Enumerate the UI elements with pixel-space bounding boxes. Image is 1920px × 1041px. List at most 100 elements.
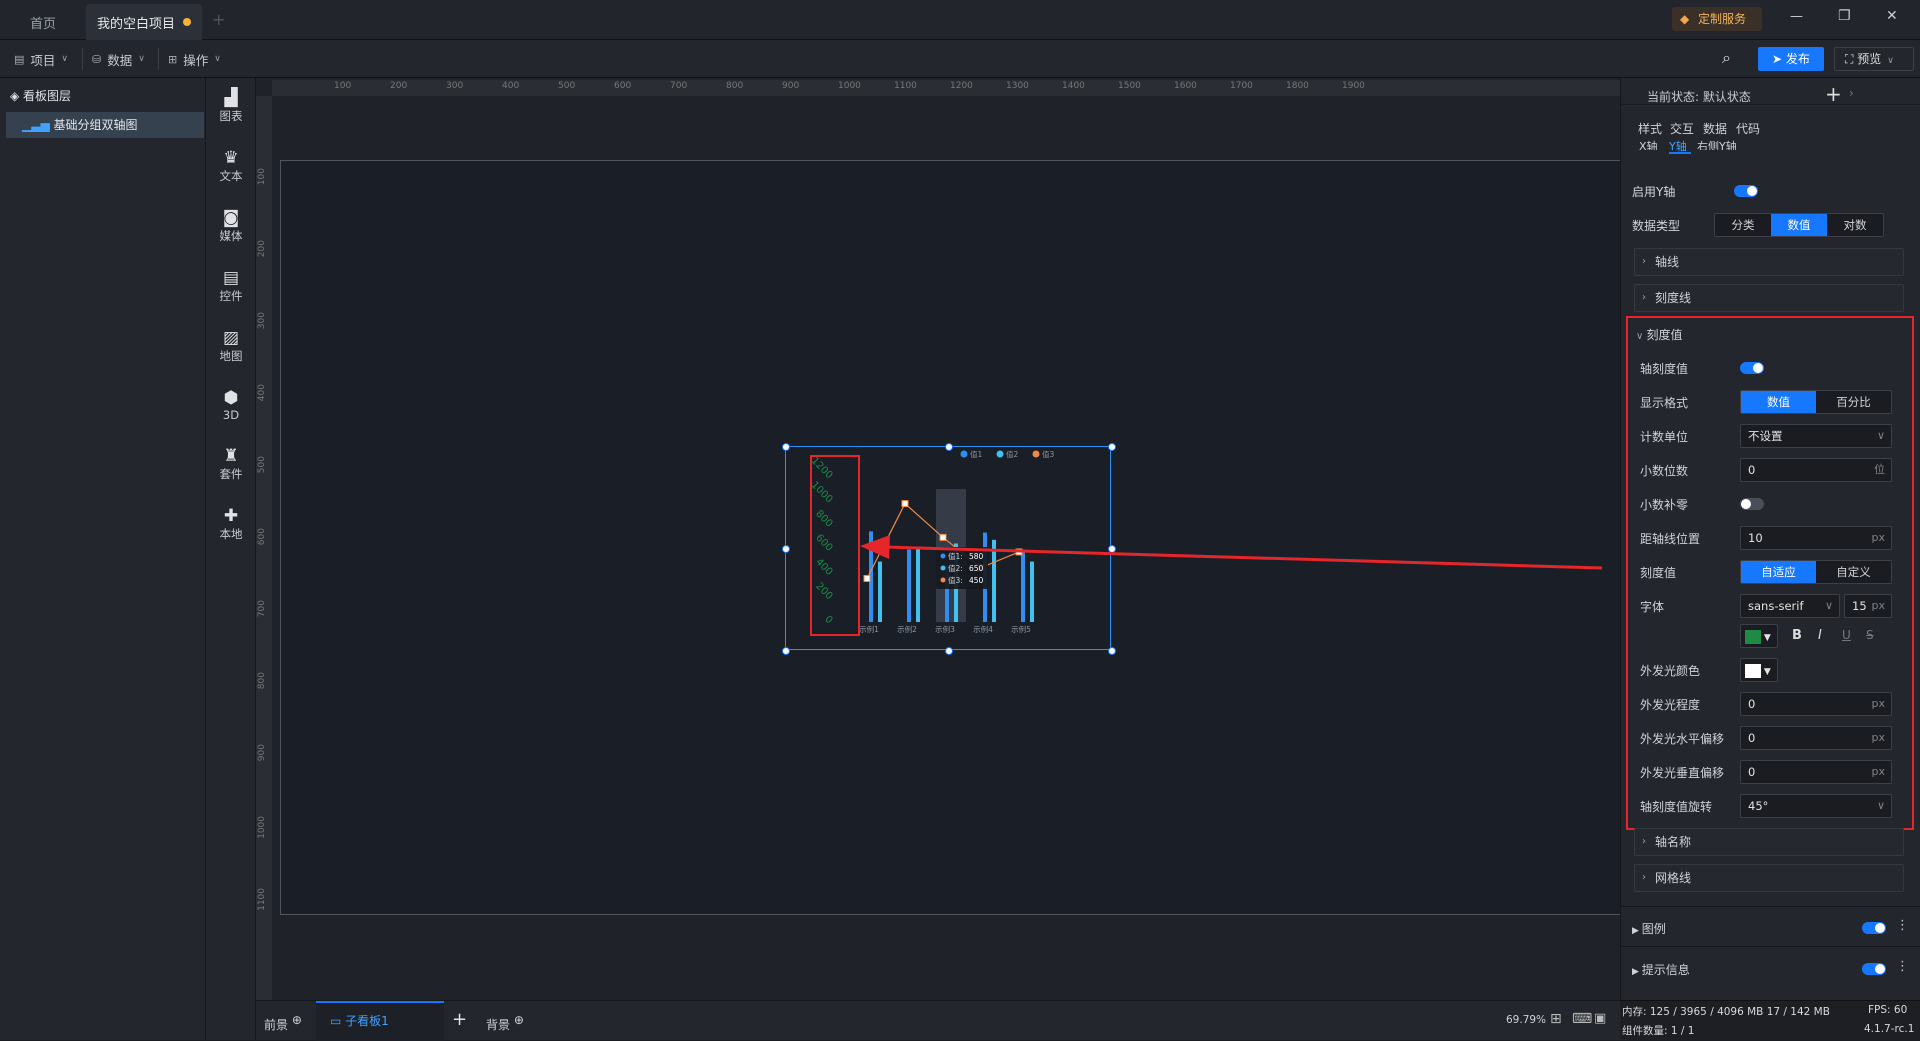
enable-y-toggle[interactable] bbox=[1734, 185, 1758, 197]
subtab-right-y-axis[interactable]: 右侧Y轴 bbox=[1697, 138, 1737, 150]
axis-tick-value-toggle[interactable] bbox=[1740, 362, 1764, 374]
glow-h-input[interactable]: 0 px bbox=[1740, 726, 1892, 750]
decimal-pad-toggle[interactable] bbox=[1740, 498, 1764, 510]
terminal-icon[interactable]: ▣ bbox=[1594, 1011, 1606, 1026]
display-format-percent[interactable]: 百分比 bbox=[1816, 391, 1891, 413]
data-type-log[interactable]: 对数 bbox=[1827, 214, 1883, 236]
restore-icon[interactable]: ❐ bbox=[1838, 8, 1851, 24]
close-icon[interactable]: ✕ bbox=[1886, 8, 1898, 24]
count-unit-value: 不设置 bbox=[1748, 429, 1783, 443]
italic-button[interactable]: I bbox=[1818, 628, 1822, 643]
data-type-segment[interactable]: 分类 数值 对数 bbox=[1714, 213, 1884, 237]
more-icon[interactable]: ⋮ bbox=[1896, 959, 1909, 974]
component-map[interactable]: ▨ 地图 bbox=[206, 328, 256, 364]
background-layer-tab[interactable]: 背景 ⊕ bbox=[486, 1013, 524, 1033]
tab-code[interactable]: 代码 bbox=[1736, 120, 1760, 137]
underline-button[interactable]: U bbox=[1842, 628, 1851, 642]
bold-button[interactable]: B bbox=[1792, 628, 1802, 643]
publish-button[interactable]: ➤ 发布 bbox=[1758, 47, 1824, 71]
ruler-tick-label: 1000 bbox=[257, 816, 267, 839]
distance-input[interactable]: 10 px bbox=[1740, 526, 1892, 550]
data-type-value[interactable]: 数值 bbox=[1771, 214, 1827, 236]
more-icon[interactable]: ⋮ bbox=[1896, 918, 1909, 933]
count-unit-select[interactable]: 不设置 ∨ bbox=[1740, 424, 1892, 448]
component-3d[interactable]: ⬢ 3D bbox=[206, 388, 256, 422]
ruler-tick-label: 600 bbox=[614, 81, 632, 91]
tab-my-blank-project[interactable]: 我的空白项目 bbox=[86, 4, 202, 40]
component-chart[interactable]: ▟ 图表 bbox=[206, 88, 256, 124]
menu-data[interactable]: ⛁ 数据 ∨ bbox=[92, 48, 145, 70]
tick-value-section-label: 刻度值 bbox=[1646, 328, 1683, 342]
component-bar: ▟ 图表 ♛ 文本 ◙ 媒体 ▤ 控件 ▨ 地图 ⬢ 3D ♜ 套件 ✚ 本地 bbox=[206, 78, 256, 1040]
document-icon: ▤ bbox=[14, 52, 25, 66]
subtab-y-axis[interactable]: Y轴 bbox=[1669, 138, 1691, 154]
legend-toggle[interactable] bbox=[1862, 922, 1886, 934]
search-icon[interactable]: ⌕ bbox=[1722, 48, 1731, 68]
data-type-category[interactable]: 分类 bbox=[1715, 214, 1771, 236]
glow-v-input[interactable]: 0 px bbox=[1740, 760, 1892, 784]
ruler-tick-label: 1700 bbox=[1230, 81, 1253, 91]
component-suite[interactable]: ♜ 套件 bbox=[206, 446, 256, 482]
tick-value-segment[interactable]: 自适应 自定义 bbox=[1740, 560, 1892, 584]
component-text[interactable]: ♛ 文本 bbox=[206, 148, 256, 184]
component-local[interactable]: ✚ 本地 bbox=[206, 506, 256, 542]
chevron-right-icon[interactable]: › bbox=[1849, 86, 1854, 100]
component-control[interactable]: ▤ 控件 bbox=[206, 268, 256, 304]
add-state-icon[interactable]: + bbox=[1825, 82, 1842, 106]
tab-interaction[interactable]: 交互 bbox=[1670, 120, 1694, 137]
tab-data[interactable]: 数据 bbox=[1703, 120, 1727, 137]
chevron-right-icon: › bbox=[1642, 872, 1646, 883]
rotate-select[interactable]: 45° ∨ bbox=[1740, 794, 1892, 818]
section-legend[interactable]: ▶ 图例 bbox=[1632, 920, 1666, 937]
distance-value: 10 bbox=[1748, 531, 1763, 545]
font-family-select[interactable]: sans-serif ∨ bbox=[1740, 594, 1840, 618]
section-grid-line[interactable]: › 网格线 bbox=[1634, 864, 1904, 892]
display-format-segment[interactable]: 数值 百分比 bbox=[1740, 390, 1892, 414]
display-format-value[interactable]: 数值 bbox=[1741, 391, 1816, 413]
minimize-icon[interactable]: — bbox=[1790, 9, 1803, 24]
tooltip-toggle[interactable] bbox=[1862, 963, 1886, 975]
font-size-input[interactable]: 15 px bbox=[1844, 594, 1892, 618]
section-tick-line[interactable]: › 刻度线 bbox=[1634, 284, 1904, 312]
preview-button[interactable]: ⛶ 预览 ∨ bbox=[1834, 47, 1914, 71]
strikethrough-button[interactable]: S bbox=[1866, 628, 1874, 642]
legend-label: 值3 bbox=[1042, 449, 1055, 459]
add-circle-icon[interactable]: ⊕ bbox=[510, 1013, 524, 1027]
menu-operation[interactable]: ⊞ 操作 ∨ bbox=[168, 48, 221, 70]
fit-screen-icon[interactable]: ⊞ bbox=[1550, 1011, 1562, 1027]
tab-home[interactable]: 首页 bbox=[8, 4, 78, 40]
add-circle-icon[interactable]: ⊕ bbox=[288, 1013, 302, 1027]
keyboard-icon[interactable]: ⌨ bbox=[1572, 1011, 1592, 1027]
menu-project[interactable]: ▤ 项目 ∨ bbox=[14, 48, 68, 70]
component-media[interactable]: ◙ 媒体 bbox=[206, 208, 256, 244]
resize-handle bbox=[945, 647, 953, 655]
section-axis-line[interactable]: › 轴线 bbox=[1634, 248, 1904, 276]
front-layer-tab[interactable]: 前景 ⊕ bbox=[264, 1013, 302, 1033]
new-tab-icon[interactable]: + bbox=[212, 10, 225, 29]
ruler-tick-label: 300 bbox=[257, 312, 267, 330]
horizontal-ruler[interactable]: 100 200 300 400 500 600 700 800 900 1000 1100 1200 1… bbox=[272, 80, 1620, 96]
custom-service-button[interactable]: ◆ 定制服务 bbox=[1672, 7, 1762, 31]
section-axis-name[interactable]: › 轴名称 bbox=[1634, 828, 1904, 856]
layer-item[interactable]: ▁▃▅ 基础分组双轴图 bbox=[6, 112, 204, 138]
tick-value-custom[interactable]: 自定义 bbox=[1816, 561, 1891, 583]
glow-level-input[interactable]: 0 px bbox=[1740, 692, 1892, 716]
section-tooltip[interactable]: ▶ 提示信息 bbox=[1632, 961, 1690, 978]
legend-label: 值2 bbox=[1006, 449, 1018, 459]
subtab-x-axis[interactable]: X轴 bbox=[1639, 138, 1658, 150]
font-color-picker[interactable]: ▼ bbox=[1740, 624, 1778, 648]
version-status: 4.1.7-rc.1 bbox=[1864, 1023, 1915, 1035]
tab-style[interactable]: 样式 bbox=[1638, 120, 1662, 137]
add-board-button[interactable]: + bbox=[452, 1009, 467, 1030]
section-tick-value[interactable]: ∨ 刻度值 bbox=[1636, 326, 1683, 343]
ruler-tick-label: 1000 bbox=[838, 81, 861, 91]
tick-value-label: 刻度值 bbox=[1640, 566, 1677, 580]
tick-value-auto[interactable]: 自适应 bbox=[1741, 561, 1816, 583]
monitor-icon: ▭ bbox=[330, 1014, 346, 1028]
vertical-ruler[interactable]: 100 200 300 400 500 600 700 800 900 1000 1100 bbox=[256, 96, 272, 1000]
glow-level-label: 外发光程度 bbox=[1640, 698, 1701, 712]
decimals-input[interactable]: 0位 bbox=[1740, 458, 1892, 482]
glow-h-label: 外发光水平偏移 bbox=[1640, 732, 1725, 746]
glow-color-picker[interactable]: ▼ bbox=[1740, 658, 1778, 682]
tab-sub-board[interactable]: ▭ 子看板1 bbox=[316, 1001, 444, 1041]
